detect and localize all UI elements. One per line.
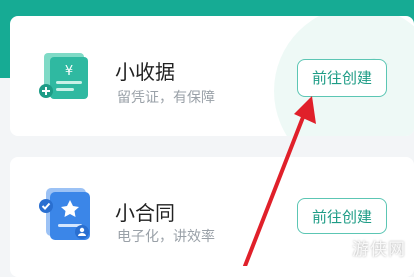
- contract-icon: [39, 188, 90, 240]
- card-subtitle: 电子化，讲效率: [117, 229, 215, 245]
- create-receipt-button[interactable]: 前往创建: [297, 59, 387, 97]
- svg-text:¥: ¥: [65, 64, 73, 79]
- card-title: 小收据: [115, 60, 175, 84]
- create-contract-button[interactable]: 前往创建: [297, 198, 387, 234]
- card-subtitle: 留凭证，有保障: [117, 90, 215, 106]
- card-title: 小合同: [115, 201, 175, 225]
- receipt-card[interactable]: ¥ 小收据 留凭证，有保障 前往创建: [10, 16, 414, 136]
- watermark: 游侠网: [352, 240, 406, 260]
- receipt-icon: ¥: [39, 53, 88, 99]
